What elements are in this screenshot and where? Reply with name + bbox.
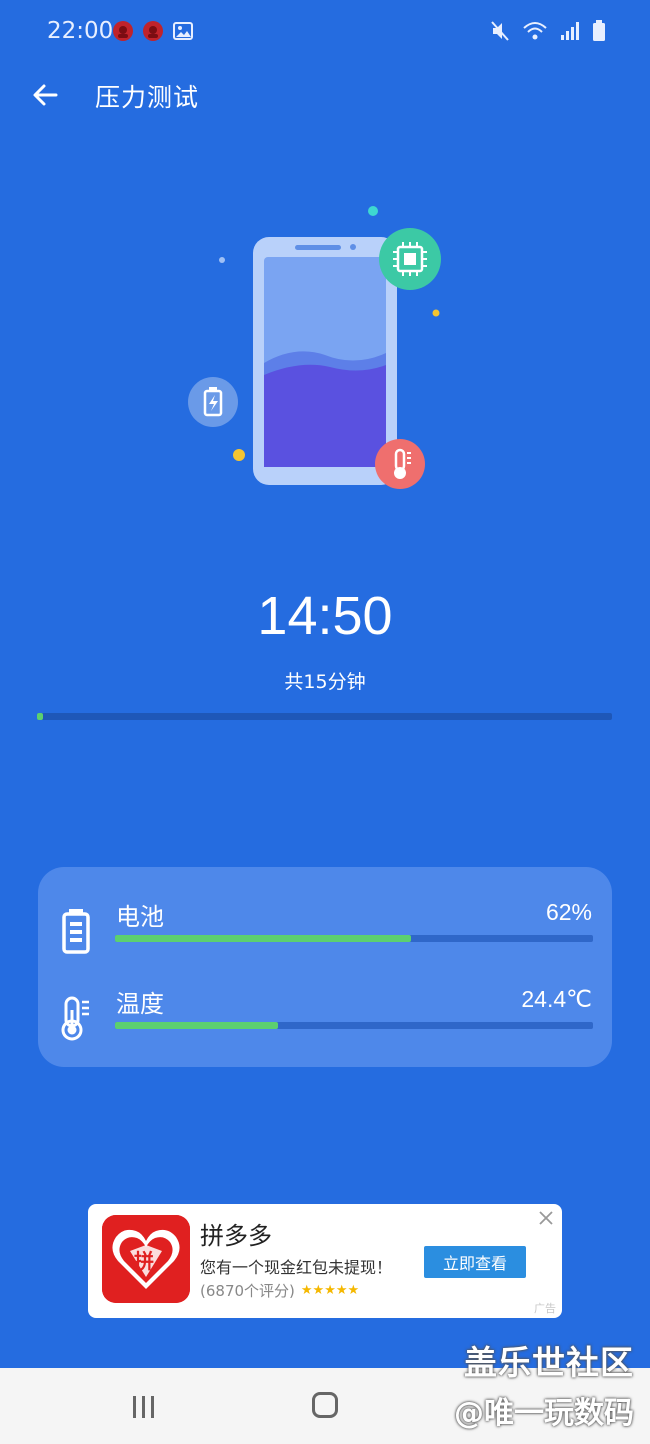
status-left-icons (112, 20, 194, 42)
ad-tag: 广告 (534, 1302, 556, 1315)
status-bar: 22:00 (0, 0, 650, 64)
temperature-bar (115, 1022, 593, 1029)
ad-title: 拼多多 (200, 1222, 272, 1250)
battery-bar-fill (115, 935, 412, 942)
thermometer-icon (61, 996, 89, 1041)
ad-rating: (6870个评分) ★★★★★ (200, 1280, 359, 1301)
stats-card: 电池 62% 温度 24.4℃ (38, 867, 612, 1067)
watermark-line-1: 盖乐世社区 (464, 1343, 634, 1382)
status-right-icons (490, 20, 606, 42)
battery-charging-icon (188, 377, 238, 427)
battery-value: 62% (545, 899, 592, 925)
ad-view-now-button[interactable]: 立即查看 (424, 1246, 526, 1278)
recents-icon[interactable] (130, 1394, 158, 1420)
thermometer-icon (375, 439, 425, 489)
battery-icon (62, 909, 90, 954)
watermark-line-2: @唯一玩数码 (454, 1396, 634, 1431)
temperature-value: 24.4℃ (521, 986, 592, 1012)
arrow-left-icon (33, 84, 58, 106)
ad-logo-text: 拼 (134, 1249, 154, 1273)
battery-stat-row: 电池 62% (38, 897, 612, 977)
app-bar: 压力测试 (0, 64, 650, 124)
home-icon[interactable] (312, 1392, 338, 1418)
chip-icon (379, 228, 441, 290)
back-button[interactable] (26, 76, 64, 114)
temperature-bar-fill (115, 1022, 278, 1029)
pinduoduo-logo: 拼 (102, 1215, 190, 1303)
temperature-stat-row: 温度 24.4℃ (38, 984, 612, 1064)
mute-icon (491, 21, 509, 41)
ad-banner[interactable]: 拼 拼多多 您有一个现金红包未提现！ (6870个评分) ★★★★★ 立即查看 … (88, 1204, 562, 1318)
test-progress-bar (37, 713, 612, 720)
battery-icon (593, 20, 605, 41)
total-duration-label: 共15分钟 (284, 671, 366, 693)
signal-icon (561, 22, 579, 40)
ad-rating-count: (6870个评分) (200, 1282, 295, 1300)
temperature-label: 温度 (116, 990, 164, 1018)
ad-description: 您有一个现金红包未提现！ (200, 1258, 393, 1277)
app-notification-icon (143, 21, 163, 41)
battery-bar (115, 935, 593, 942)
star-rating-icon: ★★★★★ (300, 1283, 360, 1298)
app-notification-icon (113, 21, 133, 41)
countdown-timer: 14:50 (257, 586, 393, 646)
stress-test-illustration (175, 195, 475, 505)
wifi-icon (523, 22, 547, 40)
page-title: 压力测试 (95, 83, 200, 112)
battery-label: 电池 (116, 903, 164, 931)
status-time: 22:00 (47, 18, 114, 44)
ad-close-button[interactable] (536, 1208, 556, 1228)
test-progress-fill (37, 713, 44, 720)
close-icon (539, 1211, 553, 1225)
gallery-icon (173, 22, 193, 40)
